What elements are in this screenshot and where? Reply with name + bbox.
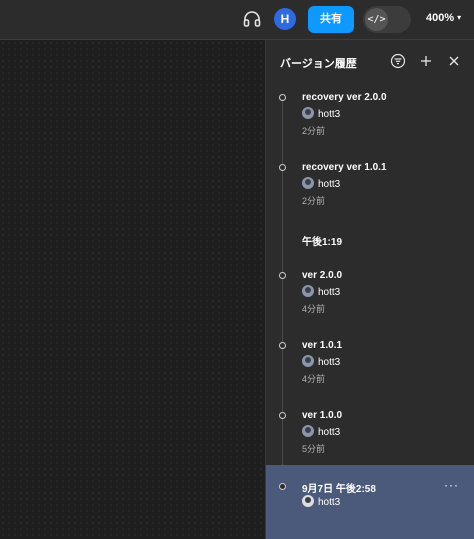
- panel-title: バージョン履歴: [280, 58, 357, 70]
- version-title: recovery ver 1.0.1: [302, 162, 387, 173]
- filter-icon[interactable]: [390, 53, 406, 69]
- version-time: 2分前: [302, 126, 326, 136]
- timeline-dot: [279, 483, 286, 490]
- version-time: 5分前: [302, 444, 326, 454]
- dev-mode-toggle[interactable]: </>: [363, 6, 411, 33]
- share-button[interactable]: 共有: [308, 6, 354, 33]
- version-author: hott3: [302, 495, 340, 509]
- version-author: hott3: [302, 425, 340, 439]
- user-avatar[interactable]: H: [274, 8, 296, 30]
- avatar: [302, 495, 314, 507]
- version-title: recovery ver 2.0.0: [302, 92, 387, 103]
- timeline-dot: [279, 272, 286, 279]
- more-options-icon[interactable]: ···: [444, 479, 459, 491]
- version-title: ver 2.0.0: [302, 270, 343, 281]
- chevron-down-icon: ▾: [457, 13, 462, 22]
- version-history-panel: バージョン履歴 recovery ver 2.0.0 hott3 2分前 rec…: [265, 40, 474, 539]
- version-time: 2分前: [302, 196, 326, 206]
- timeline-dot: [279, 342, 286, 349]
- zoom-dropdown[interactable]: 400% ▾: [426, 12, 461, 24]
- headphones-icon[interactable]: [242, 9, 262, 29]
- timeline-dot: [279, 94, 286, 101]
- version-author: hott3: [302, 285, 340, 299]
- version-title: 9月7日 午後2:58: [302, 484, 376, 495]
- version-author: hott3: [302, 355, 340, 369]
- current-version-row[interactable]: 9月7日 午後2:58 hott3 ···: [266, 465, 474, 539]
- top-toolbar: H 共有 </> 400% ▾: [0, 0, 474, 40]
- time-group-label: 午後1:19: [302, 237, 343, 248]
- avatar: [302, 177, 314, 189]
- timeline-dot: [279, 412, 286, 419]
- version-author: hott3: [302, 107, 340, 121]
- version-title: ver 1.0.1: [302, 340, 343, 351]
- add-version-icon[interactable]: [418, 53, 434, 69]
- design-canvas[interactable]: [0, 40, 265, 539]
- code-icon: </>: [365, 8, 388, 31]
- zoom-level: 400%: [426, 12, 455, 24]
- version-time: 4分前: [302, 374, 326, 384]
- avatar: [302, 355, 314, 367]
- avatar: [302, 107, 314, 119]
- close-icon[interactable]: [446, 53, 462, 69]
- version-time: 4分前: [302, 304, 326, 314]
- timeline-line: [282, 97, 283, 477]
- avatar: [302, 285, 314, 297]
- version-author: hott3: [302, 177, 340, 191]
- timeline-dot: [279, 164, 286, 171]
- version-title: ver 1.0.0: [302, 410, 343, 421]
- avatar: [302, 425, 314, 437]
